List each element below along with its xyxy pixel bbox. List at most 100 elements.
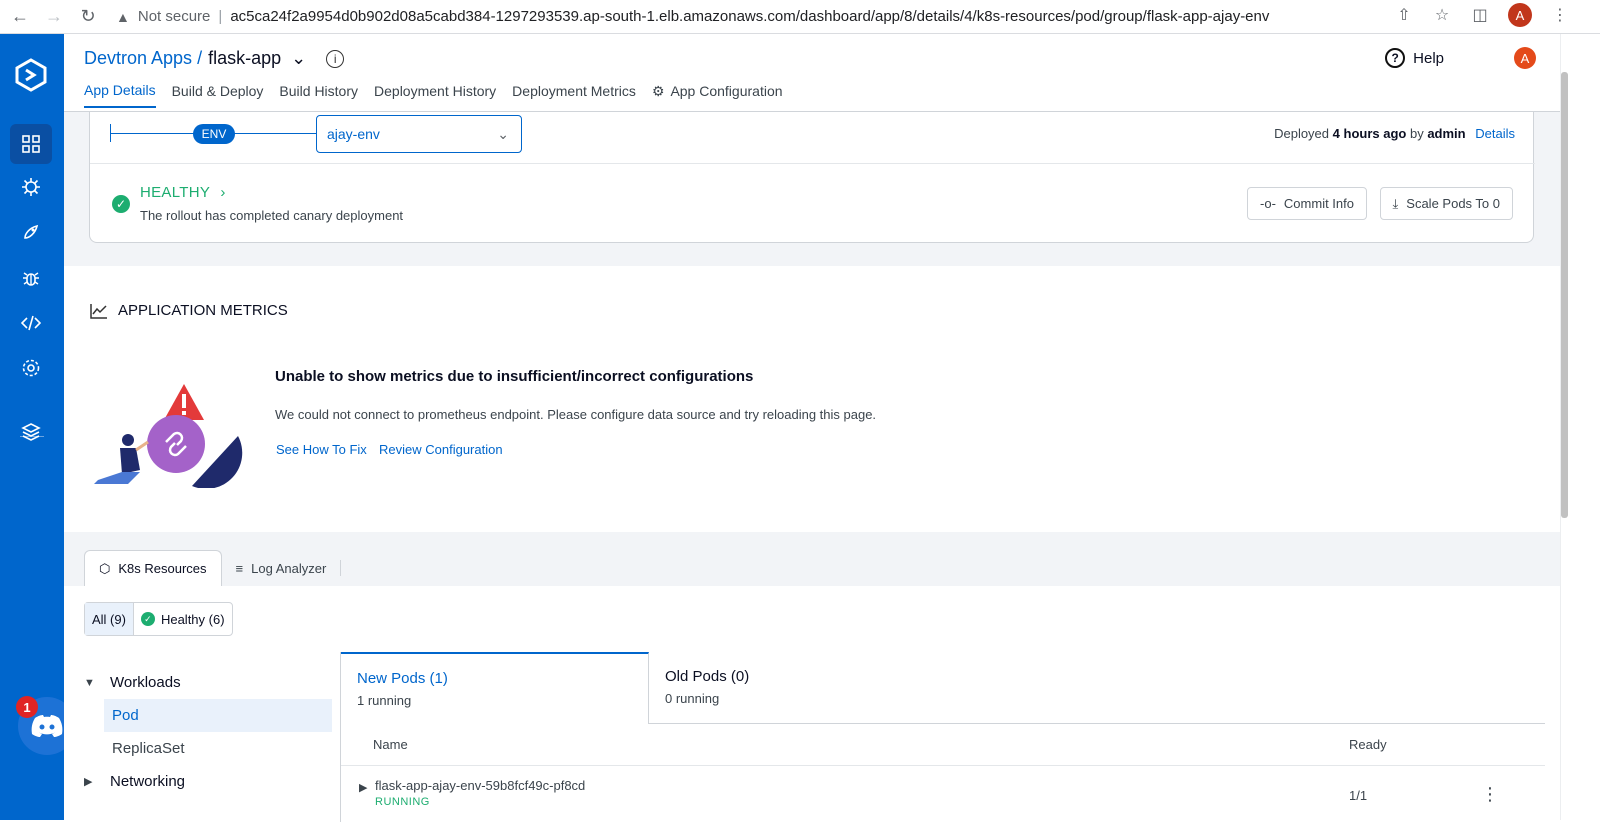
warning-icon: ▲ — [116, 8, 130, 25]
metrics-title: APPLICATION METRICS — [90, 302, 288, 319]
metrics-error-description: We could not connect to prometheus endpo… — [275, 407, 877, 422]
commit-info-label: Commit Info — [1283, 196, 1354, 211]
status-label: HEALTHY — [140, 184, 210, 201]
devtron-logo-icon[interactable] — [14, 58, 48, 92]
status-badge[interactable]: HEALTHY › — [140, 184, 226, 201]
chevron-down-icon: ⌄ — [497, 125, 509, 142]
browser-toolbar: ← → ↻ ▲ Not secure | ac5ca24f2a9954d0b90… — [0, 0, 1600, 34]
helm-icon[interactable] — [10, 167, 52, 207]
scale-pods-label: Scale Pods To 0 — [1406, 196, 1500, 211]
info-icon[interactable]: i — [326, 49, 345, 68]
security-label: Not secure — [137, 8, 211, 25]
health-filter: All (9) ✓ Healthy (6) — [84, 602, 233, 636]
tree-group-networking[interactable]: ▶ Networking — [84, 765, 332, 798]
avatar[interactable]: A — [1514, 47, 1536, 69]
star-icon[interactable]: ☆ — [1432, 5, 1452, 25]
scale-pods-button[interactable]: ⤓ Scale Pods To 0 — [1379, 187, 1513, 220]
tab-build-deploy[interactable]: Build & Deploy — [172, 82, 264, 108]
resource-tree: ▼ Workloads Pod ReplicaSet ▶ Networking — [84, 666, 332, 798]
log-search-icon: ≡ — [235, 560, 244, 576]
tab-app-configuration[interactable]: ⚙ App Configuration — [652, 82, 783, 108]
menu-icon[interactable]: ⋮ — [1550, 5, 1570, 25]
sidepanel-icon[interactable]: ◫ — [1470, 5, 1490, 25]
back-icon[interactable]: ← — [6, 3, 34, 31]
metrics-title-text: APPLICATION METRICS — [118, 302, 288, 319]
divider — [340, 560, 342, 576]
tab-k8s-resources[interactable]: ⬡ K8s Resources — [84, 550, 222, 586]
main-content: ENV ajay-env ⌄ Deployed 4 hours ago by a… — [64, 112, 1560, 822]
arrow-down-icon: ⤓ — [1392, 195, 1399, 211]
help-button[interactable]: ? Help — [1385, 48, 1444, 68]
kebab-menu-icon[interactable]: ⋮ — [1481, 784, 1499, 805]
env-select[interactable]: ajay-env ⌄ — [316, 115, 522, 153]
caret-right-icon: ▶ — [84, 776, 93, 788]
old-pods-title: Old Pods (0) — [665, 668, 750, 685]
pod-name[interactable]: flask-app-ajay-env-59b8fcf49c-pf8cd — [375, 778, 585, 793]
pod-status: RUNNING — [375, 796, 430, 808]
pods-panel: New Pods (1) 1 running Old Pods (0) 0 ru… — [340, 652, 1545, 822]
deployed-by-prefix: by — [1409, 126, 1424, 141]
filter-healthy[interactable]: ✓ Healthy (6) — [134, 603, 232, 635]
env-selector-row: ENV ajay-env ⌄ Deployed 4 hours ago by a… — [90, 112, 1535, 164]
metrics-error-heading: Unable to show metrics due to insufficie… — [275, 368, 754, 385]
rocket-icon[interactable] — [10, 212, 52, 252]
tab-build-history[interactable]: Build History — [279, 82, 358, 108]
status-description: The rollout has completed canary deploym… — [140, 208, 404, 223]
column-ready: Ready — [1349, 737, 1387, 752]
chart-icon — [90, 303, 107, 319]
tab-new-pods[interactable]: New Pods (1) 1 running — [341, 652, 649, 724]
tree-group-workloads[interactable]: ▼ Workloads — [84, 666, 332, 699]
k8s-resources-panel: All (9) ✓ Healthy (6) ▼ Workloads Pod Re… — [64, 586, 1560, 822]
chevron-down-icon[interactable]: ⌄ — [291, 48, 306, 69]
resource-tabs: ⬡ K8s Resources ≡ Log Analyzer — [84, 550, 355, 586]
pods-table-header: Name Ready — [341, 724, 1545, 766]
new-pods-title: New Pods (1) — [357, 670, 448, 687]
table-row[interactable]: ▶ flask-app-ajay-env-59b8fcf49c-pf8cd RU… — [341, 766, 1545, 816]
tab-log-analyzer[interactable]: ≡ Log Analyzer — [222, 550, 356, 586]
breadcrumb: Devtron Apps / flask-app ⌄ i — [84, 48, 345, 69]
new-pods-count: 1 running — [357, 693, 412, 708]
code-icon[interactable] — [10, 303, 52, 343]
tab-old-pods[interactable]: Old Pods (0) 0 running — [649, 652, 765, 724]
tree-item-pod[interactable]: Pod — [104, 699, 332, 732]
old-pods-count: 0 running — [665, 691, 720, 706]
stack-icon[interactable] — [10, 412, 52, 452]
env-pill: ENV — [193, 124, 235, 144]
filter-healthy-label: Healthy (6) — [160, 611, 225, 627]
browser-avatar[interactable]: A — [1508, 3, 1532, 27]
deployed-time: 4 hours ago — [1332, 126, 1407, 141]
check-circle-icon: ✓ — [140, 612, 155, 626]
address-bar[interactable]: ▲ Not secure | ac5ca24f2a9954d0b902d08a5… — [116, 3, 1269, 31]
details-link[interactable]: Details — [1475, 126, 1515, 141]
breadcrumb-parent[interactable]: Devtron Apps / — [84, 48, 202, 69]
help-label: Help — [1413, 49, 1444, 67]
chevron-right-icon: › — [220, 184, 226, 201]
page-title[interactable]: flask-app — [208, 48, 281, 69]
filter-all[interactable]: All (9) — [85, 603, 133, 635]
forward-icon[interactable]: → — [40, 3, 68, 31]
tab-deployment-history[interactable]: Deployment History — [374, 82, 496, 108]
scrollbar-thumb[interactable] — [1561, 72, 1568, 518]
tree-item-replicaset[interactable]: ReplicaSet — [84, 732, 332, 765]
settings-icon[interactable] — [10, 348, 52, 388]
see-how-to-fix-link[interactable]: See How To Fix — [276, 442, 367, 457]
url-text: ac5ca24f2a9954d0b902d08a5cabd384-1297293… — [230, 8, 1270, 25]
tab-deployment-metrics[interactable]: Deployment Metrics — [512, 82, 636, 108]
review-configuration-link[interactable]: Review Configuration — [379, 442, 503, 457]
commit-info-button[interactable]: -o- Commit Info — [1247, 187, 1367, 220]
app-tabs: App Details Build & Deploy Build History… — [84, 82, 799, 108]
environment-card: ENV ajay-env ⌄ Deployed 4 hours ago by a… — [89, 112, 1535, 243]
tab-label: K8s Resources — [118, 561, 207, 576]
bug-icon[interactable] — [10, 258, 52, 298]
apps-icon[interactable] — [10, 124, 52, 164]
commit-icon: -o- — [1260, 196, 1276, 211]
caret-right-icon[interactable]: ▶ — [359, 781, 367, 794]
caret-down-icon: ▼ — [84, 676, 95, 689]
tab-label: Log Analyzer — [251, 560, 327, 576]
reload-icon[interactable]: ↻ — [74, 3, 102, 31]
app-header: Devtron Apps / flask-app ⌄ i App Details… — [64, 34, 1560, 112]
share-icon[interactable]: ⇧ — [1394, 5, 1414, 25]
broken-link-illustration — [94, 384, 243, 488]
cube-icon: ⬡ — [99, 560, 111, 576]
tab-app-details[interactable]: App Details — [84, 82, 156, 108]
